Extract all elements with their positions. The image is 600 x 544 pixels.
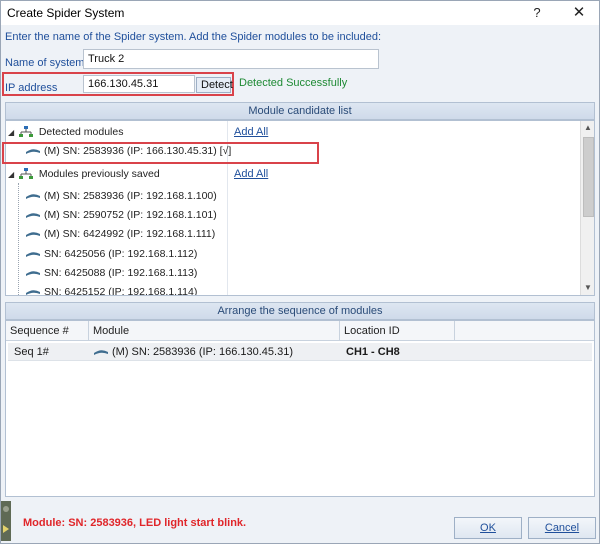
network-tree-icon [18, 168, 33, 180]
col-location-header[interactable]: Location ID [340, 321, 455, 341]
title-bar: Create Spider System ? ✕ [1, 1, 599, 25]
network-tree-icon [18, 126, 33, 138]
detected-modules-label: Detected modules [38, 126, 124, 138]
saved-module-text: SN: 6425056 (IP: 192.168.1.112) [44, 248, 198, 260]
module-icon [26, 290, 40, 295]
create-spider-system-dialog: Create Spider System ? ✕ Enter the name … [0, 0, 600, 544]
saved-modules-group[interactable]: ◢ Modules previously saved [8, 165, 160, 183]
collapse-arrow-icon[interactable]: ◢ [8, 166, 16, 184]
scroll-down-arrow-icon[interactable]: ▼ [581, 281, 594, 295]
cancel-button[interactable]: Cancel [528, 517, 596, 539]
detected-modules-group[interactable]: ◢ Detected modules [8, 123, 123, 141]
close-button[interactable]: ✕ [563, 1, 595, 25]
saved-module-item[interactable]: (M) SN: 2590752 (IP: 192.168.1.101) [26, 206, 217, 224]
module-icon [26, 252, 40, 258]
detected-add-all-link[interactable]: Add All [234, 126, 268, 138]
module-icon [26, 271, 40, 277]
ok-button[interactable]: OK [454, 517, 522, 539]
sequence-grid: Sequence # Module Location ID Seq 1# (M)… [5, 320, 595, 497]
candidate-list-header: Module candidate list [5, 102, 595, 120]
table-row[interactable]: Seq 1# (M) SN: 2583936 (IP: 166.130.45.3… [8, 343, 592, 361]
help-button[interactable]: ? [521, 1, 553, 25]
module-icon [26, 213, 40, 219]
saved-module-text: SN: 6425088 (IP: 192.168.1.113) [44, 267, 198, 279]
tree-guide-line [18, 183, 19, 295]
sequence-grid-header: Sequence # Module Location ID [6, 321, 594, 341]
location-cell: CH1 - CH8 [346, 346, 400, 358]
status-message: Module: SN: 2583936, LED light start bli… [23, 517, 247, 529]
sequence-header: Arrange the sequence of modules [5, 302, 595, 320]
name-of-system-input[interactable] [83, 49, 379, 69]
module-icon [94, 350, 108, 356]
detect-button[interactable]: Detect [196, 77, 233, 93]
side-handle[interactable] [1, 501, 11, 541]
module-icon [26, 232, 40, 238]
candidate-scrollbar[interactable]: ▲ ▼ [580, 121, 594, 295]
saved-module-text: (M) SN: 2590752 (IP: 192.168.1.101) [44, 209, 217, 221]
saved-module-text: (M) SN: 6424992 (IP: 192.168.1.111) [44, 228, 216, 240]
detection-status: Detected Successfully [239, 77, 348, 89]
saved-module-text: SN: 6425152 (IP: 192.168.1.114) [44, 286, 198, 296]
module-cell: (M) SN: 2583936 (IP: 166.130.45.31) [94, 346, 293, 358]
module-cell-text: (M) SN: 2583936 (IP: 166.130.45.31) [112, 346, 293, 358]
saved-module-item[interactable]: SN: 6425056 (IP: 192.168.1.112) [26, 245, 197, 263]
scroll-thumb[interactable] [583, 137, 594, 217]
detected-item-highlight-box [2, 142, 319, 164]
saved-module-item[interactable]: (M) SN: 6424992 (IP: 192.168.1.111) [26, 225, 215, 243]
col-sequence-header[interactable]: Sequence # [6, 321, 89, 341]
ip-address-input[interactable] [83, 75, 195, 93]
saved-module-item[interactable]: (M) SN: 2583936 (IP: 192.168.1.100) [26, 187, 217, 205]
saved-module-item[interactable]: SN: 6425152 (IP: 192.168.1.114) [26, 283, 198, 296]
window-title: Create Spider System [7, 6, 125, 20]
saved-module-text: (M) SN: 2583936 (IP: 192.168.1.100) [44, 190, 217, 202]
seq-cell: Seq 1# [14, 346, 49, 358]
saved-modules-label: Modules previously saved [38, 168, 160, 180]
saved-add-all-link[interactable]: Add All [234, 168, 268, 180]
instructions-text: Enter the name of the Spider system. Add… [5, 31, 382, 43]
ip-address-label: IP address [5, 82, 58, 94]
play-icon [3, 506, 9, 533]
name-of-system-label: Name of system [5, 57, 85, 69]
saved-module-item[interactable]: SN: 6425088 (IP: 192.168.1.113) [26, 264, 197, 282]
col-module-header[interactable]: Module [89, 321, 340, 341]
scroll-up-arrow-icon[interactable]: ▲ [581, 121, 594, 135]
collapse-arrow-icon[interactable]: ◢ [8, 124, 16, 142]
module-icon [26, 194, 40, 200]
